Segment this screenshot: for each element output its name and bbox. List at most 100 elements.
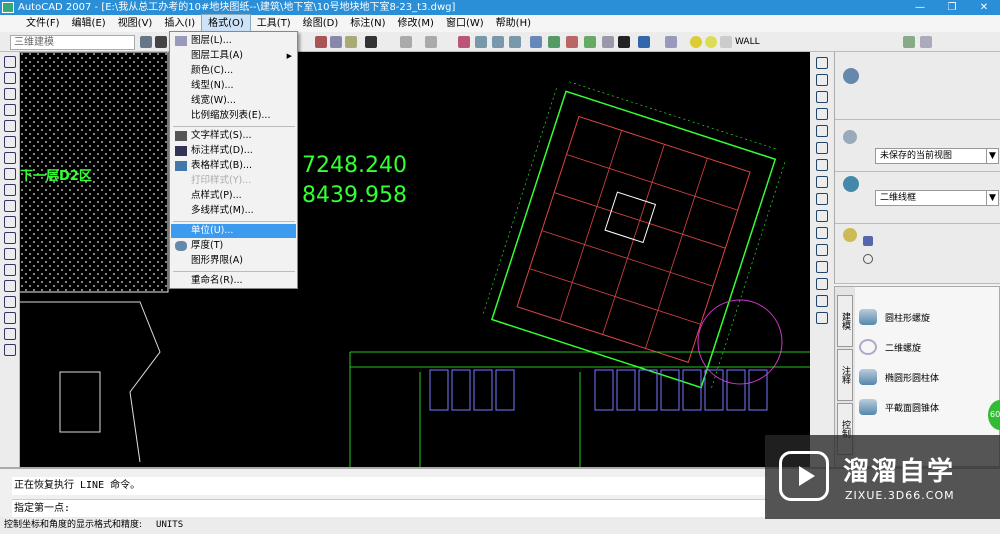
menu-item-rename[interactable]: 重命名(R)... <box>171 274 296 288</box>
polygon-icon[interactable] <box>4 104 16 116</box>
polyline-icon[interactable] <box>4 88 16 100</box>
menu-item-dimension-style[interactable]: 标注样式(D)... <box>171 144 296 158</box>
zoom-previous-icon[interactable] <box>509 36 521 48</box>
layer-manager-icon[interactable] <box>665 36 677 48</box>
layer-select[interactable]: WALL <box>735 35 823 50</box>
menu-item-color[interactable]: 颜色(C)... <box>171 64 296 78</box>
paste-icon[interactable] <box>345 36 357 48</box>
undo-icon[interactable] <box>400 36 412 48</box>
menu-draw[interactable]: 绘图(D) <box>297 15 345 32</box>
trim-icon[interactable] <box>816 210 828 222</box>
hatch-icon[interactable] <box>4 280 16 292</box>
menu-item-scale-list[interactable]: 比例缩放列表(E)... <box>171 109 296 123</box>
workspace-settings-icon[interactable] <box>140 36 152 48</box>
line-tool-icon[interactable] <box>4 56 16 68</box>
menu-dimension[interactable]: 标注(N) <box>344 15 391 32</box>
design-center-icon[interactable] <box>548 36 560 48</box>
chevron-down-icon[interactable]: ▼ <box>986 149 998 163</box>
multiline-text-icon[interactable] <box>4 344 16 356</box>
close-button[interactable]: ✕ <box>968 0 1000 15</box>
menu-file[interactable]: 文件(F) <box>20 15 66 32</box>
menu-window[interactable]: 窗口(W) <box>440 15 490 32</box>
layer-freeze-icon[interactable] <box>705 36 717 48</box>
layer-on-icon[interactable] <box>690 36 702 48</box>
menu-item-lineweight[interactable]: 线宽(W)... <box>171 94 296 108</box>
array-icon[interactable] <box>816 125 828 137</box>
menu-item-multiline-style[interactable]: 多线样式(M)... <box>171 204 296 218</box>
layer-lock-icon[interactable] <box>720 36 732 48</box>
menu-tools[interactable]: 工具(T) <box>251 15 297 32</box>
menu-item-linetype[interactable]: 线型(N)... <box>171 79 296 93</box>
point-icon[interactable] <box>4 264 16 276</box>
spline-icon[interactable] <box>4 184 16 196</box>
zoom-window-icon[interactable] <box>492 36 504 48</box>
palette-item-frustum-cone[interactable]: 平截面圆锥体 <box>859 395 939 419</box>
restore-button[interactable]: ❐ <box>936 0 968 15</box>
tab-annotation[interactable]: 注释 <box>837 349 853 401</box>
properties-icon[interactable] <box>530 36 542 48</box>
join-icon[interactable] <box>816 261 828 273</box>
ellipse-icon[interactable] <box>4 200 16 212</box>
make-current-layer-icon[interactable] <box>903 36 915 48</box>
copy-icon[interactable] <box>330 36 342 48</box>
explode-icon[interactable] <box>816 312 828 324</box>
make-block-icon[interactable] <box>4 248 16 260</box>
rectangle-icon[interactable] <box>4 120 16 132</box>
drawing-area[interactable]: 下一层D2区 7248.240 8439.958 <box>20 52 810 467</box>
ellipse-arc-icon[interactable] <box>4 216 16 228</box>
extend-icon[interactable] <box>816 227 828 239</box>
palette-item-helix[interactable]: 圆柱形螺旋 <box>859 305 930 329</box>
chevron-down-icon[interactable]: ▼ <box>986 191 998 205</box>
palette-item-2d-spiral[interactable]: 二维螺旋 <box>859 335 921 359</box>
break-icon[interactable] <box>816 244 828 256</box>
cut-icon[interactable] <box>315 36 327 48</box>
markup-icon[interactable] <box>602 36 614 48</box>
fillet-icon[interactable] <box>816 295 828 307</box>
visual-style-select[interactable]: 二维线框 ▼ <box>875 190 999 206</box>
insert-block-icon[interactable] <box>4 232 16 244</box>
menu-item-thickness[interactable]: 厚度(T) <box>171 239 296 253</box>
table-icon[interactable] <box>4 328 16 340</box>
calculator-icon[interactable] <box>618 36 630 48</box>
menu-item-text-style[interactable]: 文字样式(S)... <box>171 129 296 143</box>
palette-item-elliptical-cylinder[interactable]: 椭圆形圆柱体 <box>859 365 939 389</box>
offset-icon[interactable] <box>816 108 828 120</box>
menu-edit[interactable]: 编辑(E) <box>66 15 112 32</box>
help-icon[interactable] <box>638 36 650 48</box>
save-icon[interactable] <box>155 36 167 48</box>
mirror-icon[interactable] <box>816 91 828 103</box>
menu-item-drawing-limits[interactable]: 图形界限(A) <box>171 254 296 268</box>
region-icon[interactable] <box>4 312 16 324</box>
scale-icon[interactable] <box>816 176 828 188</box>
view-select[interactable]: 未保存的当前视图 ▼ <box>875 148 999 164</box>
construction-line-icon[interactable] <box>4 72 16 84</box>
menu-item-layer-tools[interactable]: 图层工具(A) ▶ <box>171 49 296 63</box>
menu-item-point-style[interactable]: 点样式(P)... <box>171 189 296 203</box>
command-input[interactable]: 指定第一点: <box>12 499 767 517</box>
revision-cloud-icon[interactable] <box>4 168 16 180</box>
circle-icon[interactable] <box>4 152 16 164</box>
chamfer-icon[interactable] <box>816 278 828 290</box>
arc-icon[interactable] <box>4 136 16 148</box>
redo-icon[interactable] <box>425 36 437 48</box>
match-properties-icon[interactable] <box>365 36 377 48</box>
copy-object-icon[interactable] <box>816 74 828 86</box>
move-icon[interactable] <box>816 142 828 154</box>
gradient-icon[interactable] <box>4 296 16 308</box>
sheet-set-icon[interactable] <box>584 36 596 48</box>
menu-modify[interactable]: 修改(M) <box>392 15 440 32</box>
layer-previous-icon[interactable] <box>920 36 932 48</box>
menu-view[interactable]: 视图(V) <box>112 15 159 32</box>
tab-modeling[interactable]: 建模 <box>837 295 853 347</box>
pan-icon[interactable] <box>458 36 470 48</box>
stretch-icon[interactable] <box>816 193 828 205</box>
erase-icon[interactable] <box>816 57 828 69</box>
zoom-realtime-icon[interactable] <box>475 36 487 48</box>
menu-item-table-style[interactable]: 表格样式(B)... <box>171 159 296 173</box>
menu-item-layer[interactable]: 图层(L)... <box>171 34 296 48</box>
tool-palettes-icon[interactable] <box>566 36 578 48</box>
rotate-icon[interactable] <box>816 159 828 171</box>
minimize-button[interactable]: — <box>904 0 936 15</box>
menu-item-units[interactable]: 单位(U)... <box>171 224 296 238</box>
workspace-select[interactable]: 三维建模 <box>10 35 135 50</box>
